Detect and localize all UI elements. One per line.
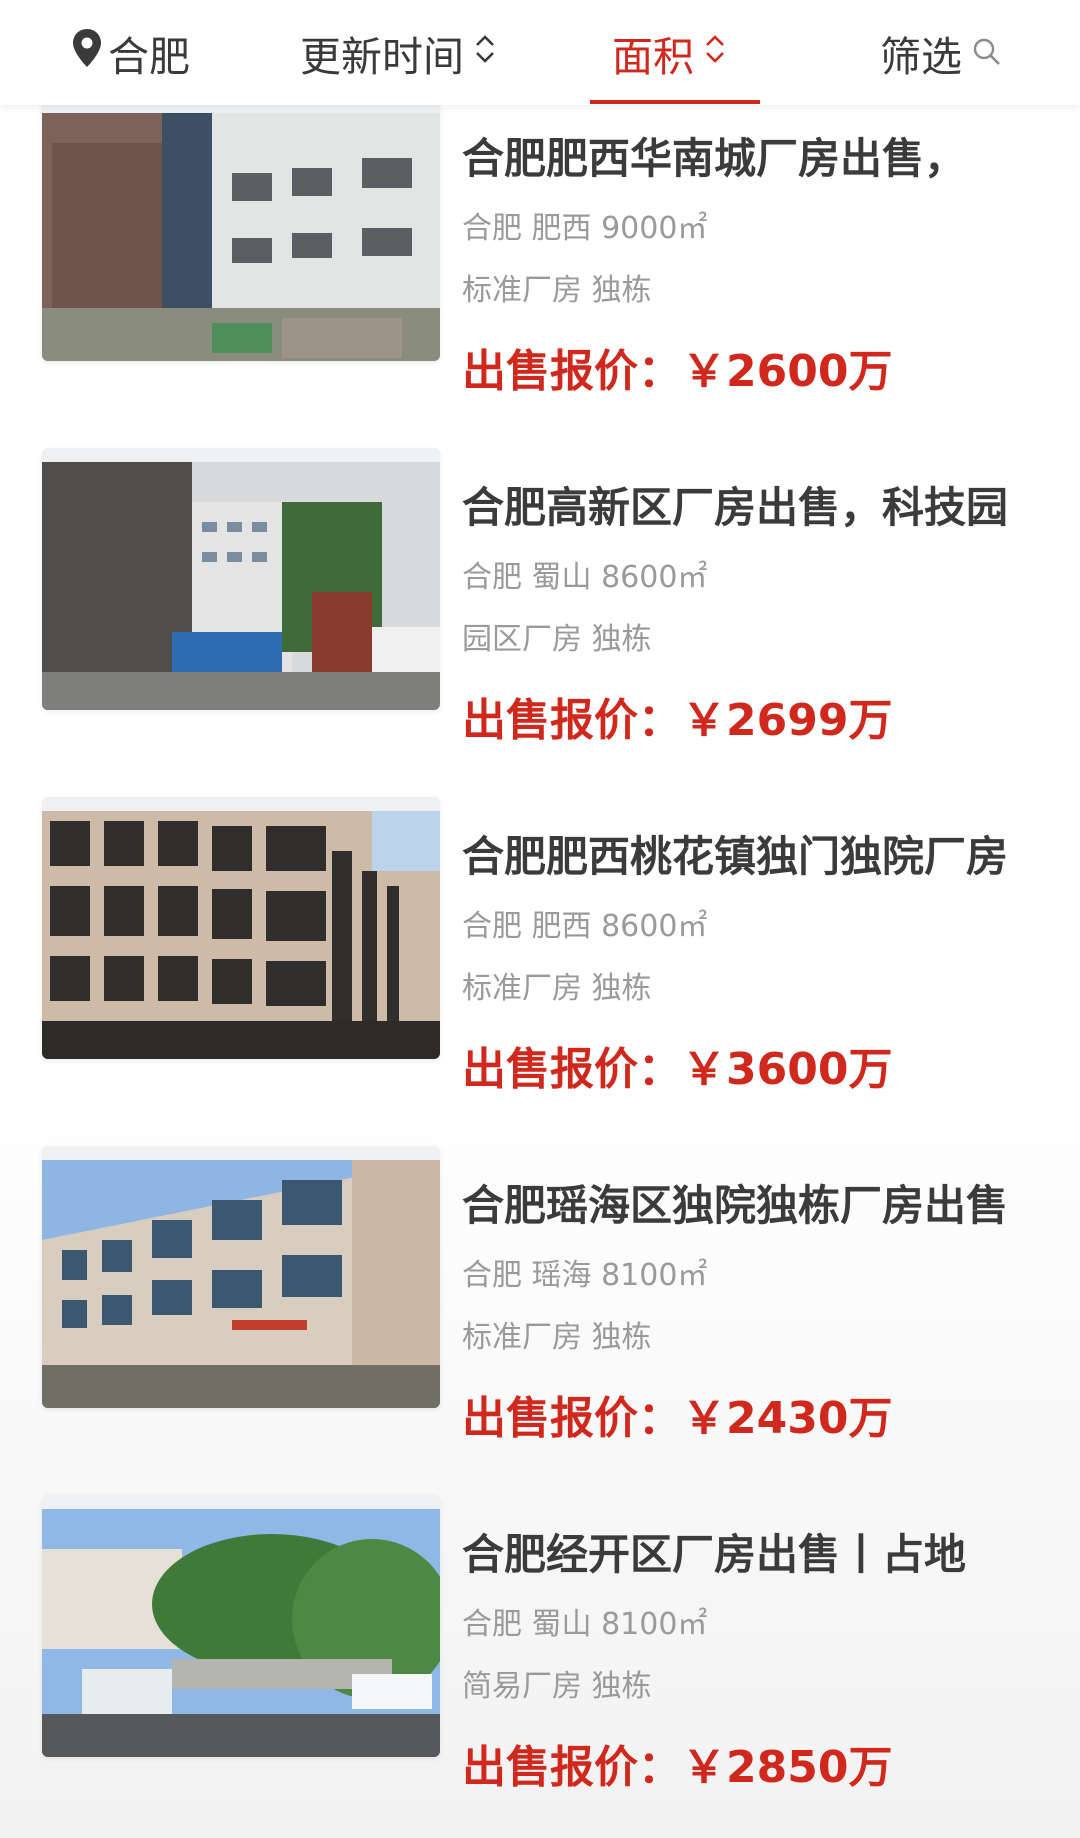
listing-location: 合肥 肥西 9000㎡ xyxy=(462,211,708,246)
active-tab-indicator xyxy=(590,100,760,104)
listing-location: 合肥 肥西 8600㎡ xyxy=(462,909,708,944)
listing-photo[interactable] xyxy=(42,797,440,1059)
price-value: ￥3600万 xyxy=(682,1044,893,1095)
listing-tags: 简易厂房 独栋 xyxy=(462,1669,652,1704)
listing-title[interactable]: 合肥高新区厂房出售，科技园 xyxy=(462,474,1017,535)
filter-button[interactable]: 筛选 xyxy=(880,0,1002,105)
city-label: 合肥 xyxy=(108,32,190,81)
listing-photo[interactable] xyxy=(42,1146,440,1408)
listing-card[interactable]: 合肥经开区厂房出售丨占地 合肥 蜀山 8100㎡ 简易厂房 独栋 出售报价：￥2… xyxy=(0,1495,1080,1801)
price-label: 出售报价： xyxy=(462,695,682,746)
tab-update-time[interactable]: 更新时间 xyxy=(300,0,496,105)
listing-price: 出售报价：￥2430万 xyxy=(462,1382,892,1446)
tab-area[interactable]: 面积 xyxy=(612,0,726,105)
price-value: ￥2850万 xyxy=(682,1742,893,1793)
listing-tags: 标准厂房 独栋 xyxy=(462,273,652,308)
listing-card[interactable]: 合肥肥西华南城厂房出售， 合肥 肥西 9000㎡ 标准厂房 独栋 出售报价：￥2… xyxy=(0,99,1080,405)
listing-tags: 园区厂房 独栋 xyxy=(462,622,652,657)
price-label: 出售报价： xyxy=(462,1044,682,1095)
price-label: 出售报价： xyxy=(462,1393,682,1444)
location-pin-icon xyxy=(72,28,102,78)
listing-card[interactable]: 合肥瑶海区独院独栋厂房出售 合肥 瑶海 8100㎡ 标准厂房 独栋 出售报价：￥… xyxy=(0,1146,1080,1452)
filter-bar: 合肥 更新时间 面积 筛选 xyxy=(0,0,1080,105)
price-label: 出售报价： xyxy=(462,346,682,397)
listing-photo[interactable] xyxy=(42,99,440,361)
listing-title[interactable]: 合肥经开区厂房出售丨占地 xyxy=(462,1521,1017,1582)
tab-area-label: 面积 xyxy=(612,32,694,81)
listing-list: 合肥肥西华南城厂房出售， 合肥 肥西 9000㎡ 标准厂房 独栋 出售报价：￥2… xyxy=(0,99,1080,1838)
listing-location: 合肥 瑶海 8100㎡ xyxy=(462,1258,708,1293)
listing-price: 出售报价：￥3600万 xyxy=(462,1033,892,1097)
listing-location: 合肥 蜀山 8600㎡ xyxy=(462,560,708,595)
city-selector[interactable]: 合肥 xyxy=(72,0,190,105)
search-icon xyxy=(972,29,1002,77)
listing-price: 出售报价：￥2850万 xyxy=(462,1731,892,1795)
listing-tags: 标准厂房 独栋 xyxy=(462,1320,652,1355)
price-value: ￥2699万 xyxy=(682,695,893,746)
tab-update-time-label: 更新时间 xyxy=(300,32,464,81)
price-value: ￥2430万 xyxy=(682,1393,893,1444)
listing-price: 出售报价：￥2699万 xyxy=(462,684,892,748)
filter-label: 筛选 xyxy=(880,32,962,81)
listing-tags: 标准厂房 独栋 xyxy=(462,971,652,1006)
listing-card[interactable]: 合肥高新区厂房出售，科技园 合肥 蜀山 8600㎡ 园区厂房 独栋 出售报价：￥… xyxy=(0,448,1080,754)
price-label: 出售报价： xyxy=(462,1742,682,1793)
sort-chevrons-icon xyxy=(704,29,726,77)
listing-photo[interactable] xyxy=(42,1495,440,1757)
listing-title[interactable]: 合肥肥西桃花镇独门独院厂房 xyxy=(462,823,1017,884)
sort-chevrons-icon xyxy=(474,29,496,77)
listing-title[interactable]: 合肥瑶海区独院独栋厂房出售 xyxy=(462,1172,1017,1233)
listing-card[interactable]: 合肥肥西桃花镇独门独院厂房 合肥 肥西 8600㎡ 标准厂房 独栋 出售报价：￥… xyxy=(0,797,1080,1103)
price-value: ￥2600万 xyxy=(682,346,893,397)
listing-price: 出售报价：￥2600万 xyxy=(462,335,892,399)
listing-location: 合肥 蜀山 8100㎡ xyxy=(462,1607,708,1642)
listing-photo[interactable] xyxy=(42,448,440,710)
listing-title[interactable]: 合肥肥西华南城厂房出售， xyxy=(462,125,1017,186)
